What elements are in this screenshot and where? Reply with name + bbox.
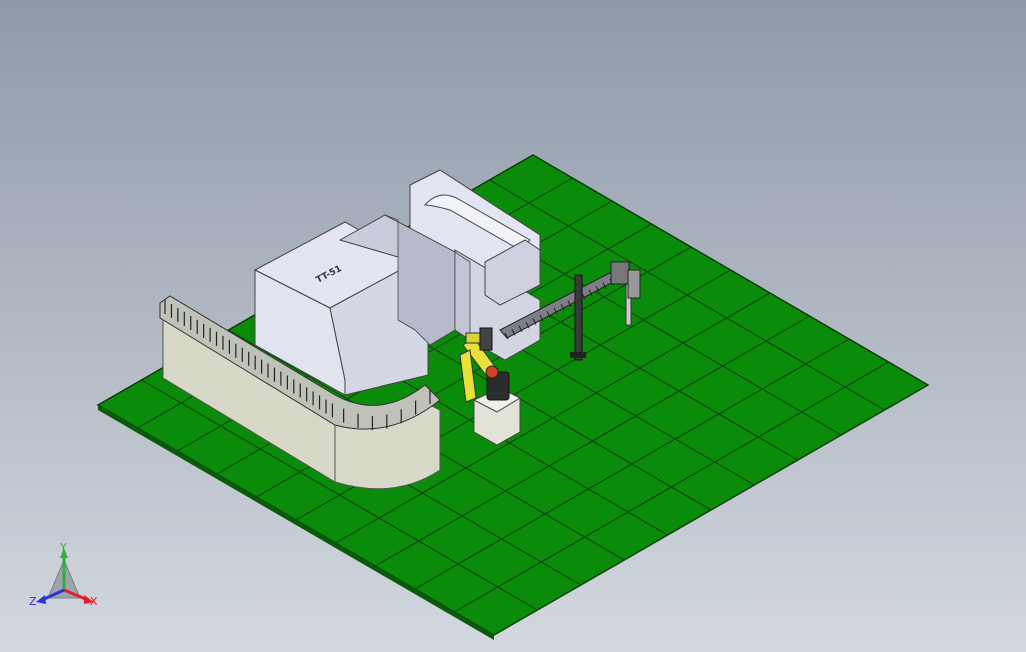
machine-column	[454, 251, 471, 341]
cad-graphics-viewport[interactable]: TT-51 Y X Z	[0, 0, 1026, 652]
gantry-motor	[627, 269, 641, 299]
gantry-post-foot	[570, 352, 586, 358]
triad-y-label: Y	[59, 541, 67, 554]
triad-x-label: X	[90, 595, 98, 608]
robot-gripper	[479, 327, 493, 351]
3d-model-view[interactable]: TT-51 Y X Z	[0, 0, 1026, 652]
robot-joint	[485, 365, 499, 379]
gantry-post-front	[574, 274, 583, 361]
triad-z-label: Z	[29, 595, 37, 608]
gantry-drive-unit	[610, 261, 630, 285]
